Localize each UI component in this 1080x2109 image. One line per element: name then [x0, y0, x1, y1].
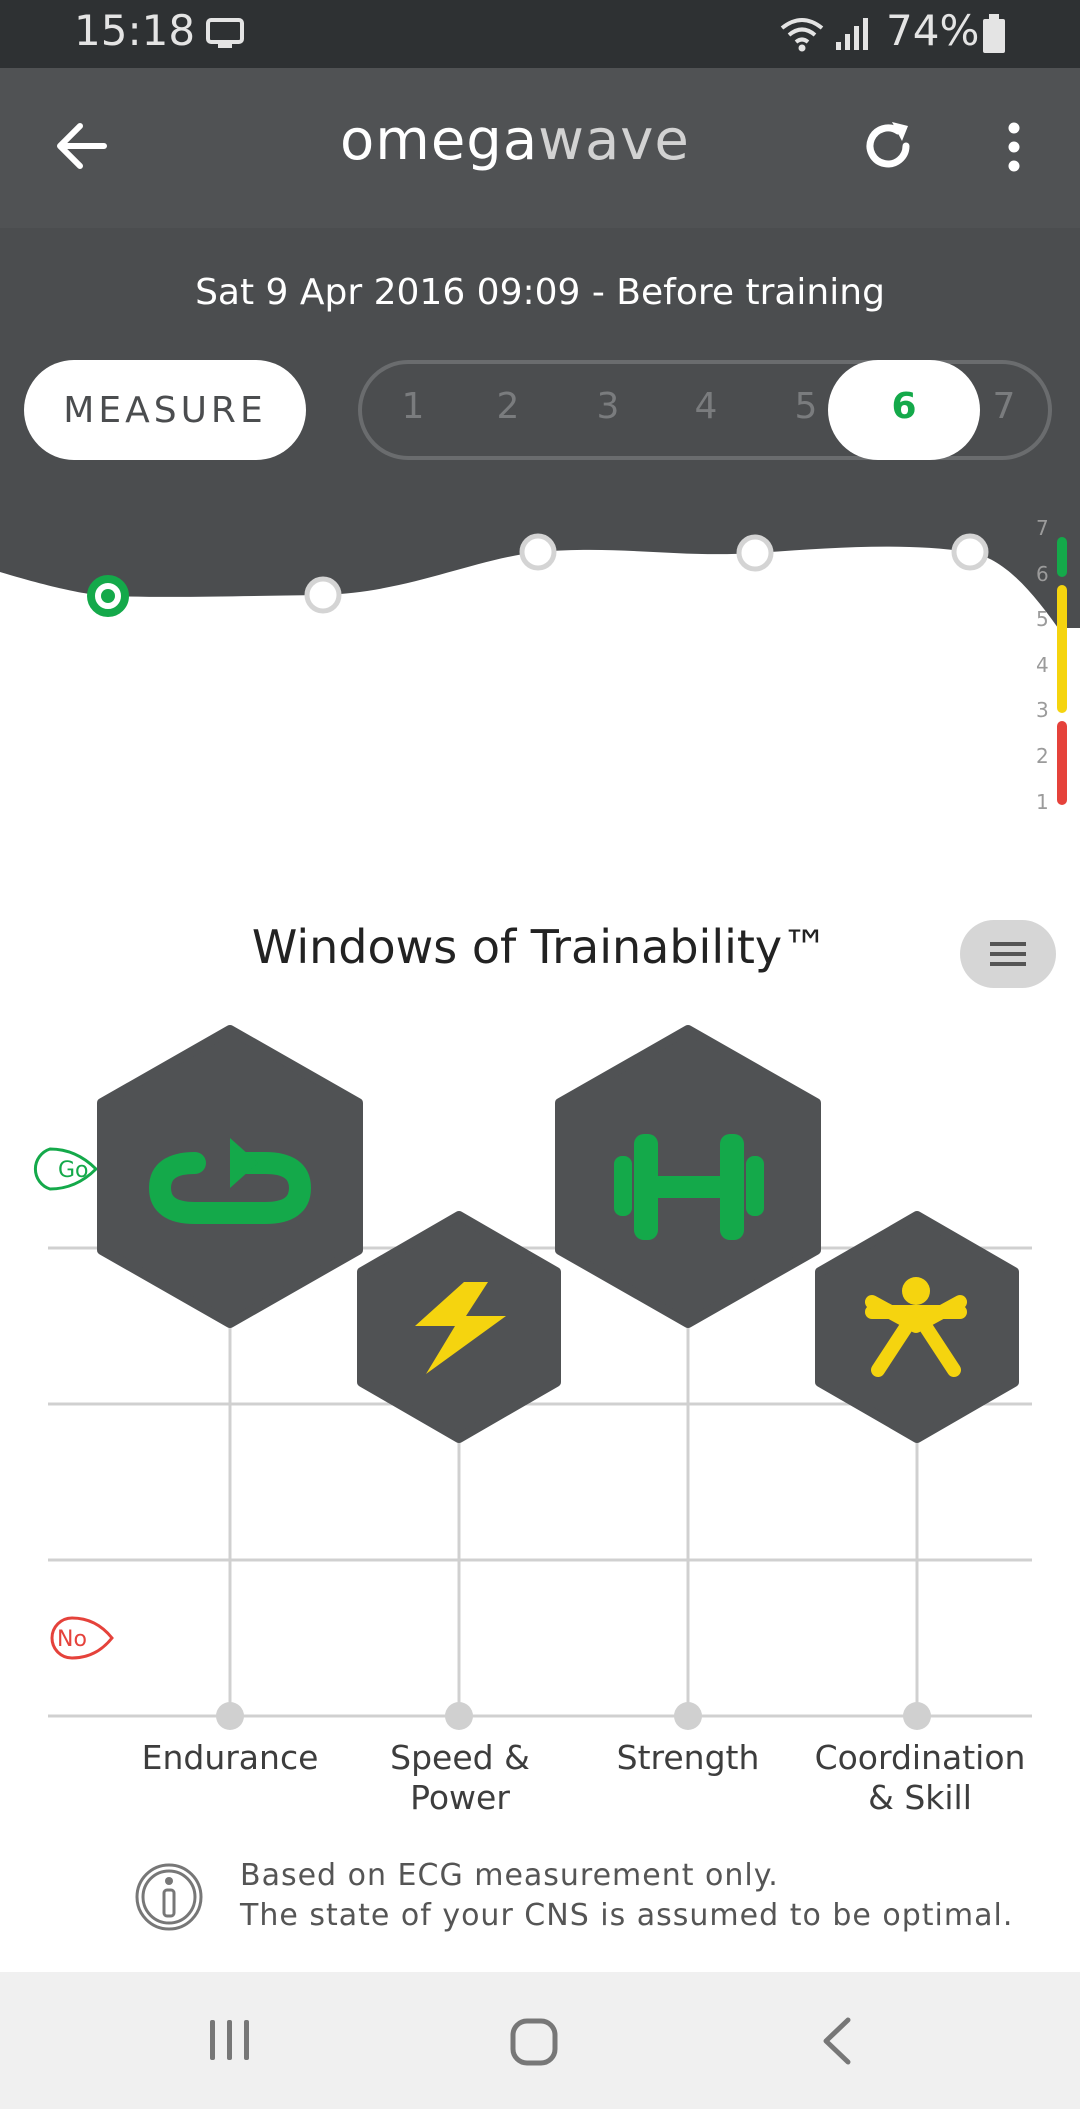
battery-icon [983, 14, 1005, 53]
app-logo: omegawave [340, 108, 740, 173]
home-icon[interactable] [510, 2018, 558, 2066]
category-speed-power: Speed & Power [390, 1738, 530, 1817]
scale-label-7: 7 [1036, 516, 1049, 540]
scale-label-6: 6 [1036, 562, 1049, 586]
stem-dot-speed [445, 1702, 473, 1730]
wave-point-2[interactable] [304, 576, 342, 614]
scale-label-4: 4 [1036, 653, 1049, 677]
wifi-icon [780, 18, 824, 52]
scale-label-3: 3 [1036, 698, 1049, 722]
refresh-icon[interactable] [862, 120, 914, 172]
scale-label-2: 2 [1036, 744, 1049, 768]
info-text: Based on ECG measurement only. The state… [240, 1856, 1060, 1936]
info-icon[interactable] [134, 1862, 204, 1932]
list-icon [990, 942, 1026, 966]
arrow-left-icon[interactable] [56, 122, 108, 170]
readiness-scale: 7 6 5 4 3 2 1 [1036, 516, 1067, 814]
monitor-icon [206, 18, 244, 48]
status-time: 15:18 [74, 6, 196, 55]
status-bar: 15:18 74% [0, 0, 1080, 68]
day-7[interactable]: 7 [974, 386, 1034, 427]
trainability-chart: Go No [33, 1025, 1032, 1730]
wave-point-1-center [101, 589, 115, 603]
day-4[interactable]: 4 [676, 386, 736, 427]
category-strength: Strength [616, 1738, 760, 1777]
go-marker: Go [33, 1147, 99, 1191]
wave-point-3[interactable] [519, 533, 557, 571]
readiness-wave [0, 533, 1080, 820]
logo-light: wave [538, 108, 690, 173]
no-label: No [57, 1627, 87, 1652]
windows-title: Windows of Trainability™ [251, 920, 829, 974]
day-1[interactable]: 1 [383, 386, 443, 427]
stem-dot-coordination [903, 1702, 931, 1730]
category-coordination-skill: Coordination & Skill [814, 1738, 1026, 1817]
more-vertical-icon[interactable] [1004, 122, 1024, 172]
logo-bold: omega [340, 108, 539, 173]
day-3[interactable]: 3 [578, 386, 638, 427]
strength-tile[interactable] [555, 1025, 821, 1328]
scale-label-1: 1 [1036, 790, 1049, 814]
category-endurance: Endurance [141, 1738, 319, 1777]
session-datetime: Sat 9 Apr 2016 09:09 - Before training [195, 272, 885, 313]
back-nav-icon[interactable] [820, 2016, 852, 2066]
day-5[interactable]: 5 [776, 386, 836, 427]
go-label: Go [58, 1158, 89, 1183]
wave-point-4[interactable] [736, 534, 774, 572]
list-view-button[interactable] [960, 920, 1056, 988]
no-marker: No [50, 1616, 114, 1660]
measure-button[interactable]: MEASURE [24, 360, 306, 460]
stem-dot-endurance [216, 1702, 244, 1730]
battery-percent: 74% [886, 6, 980, 55]
scale-label-5: 5 [1036, 607, 1049, 631]
wave-point-5[interactable] [951, 533, 989, 571]
info-line-1: Based on ECG measurement only. [240, 1858, 779, 1893]
stem-dot-strength [674, 1702, 702, 1730]
endurance-tile[interactable] [97, 1025, 363, 1328]
day-2[interactable]: 2 [478, 386, 538, 427]
day-6[interactable]: 6 [874, 386, 934, 427]
recent-apps-icon[interactable] [208, 2018, 252, 2062]
signal-icon [836, 18, 868, 50]
info-line-2: The state of your CNS is assumed to be o… [240, 1898, 1014, 1933]
